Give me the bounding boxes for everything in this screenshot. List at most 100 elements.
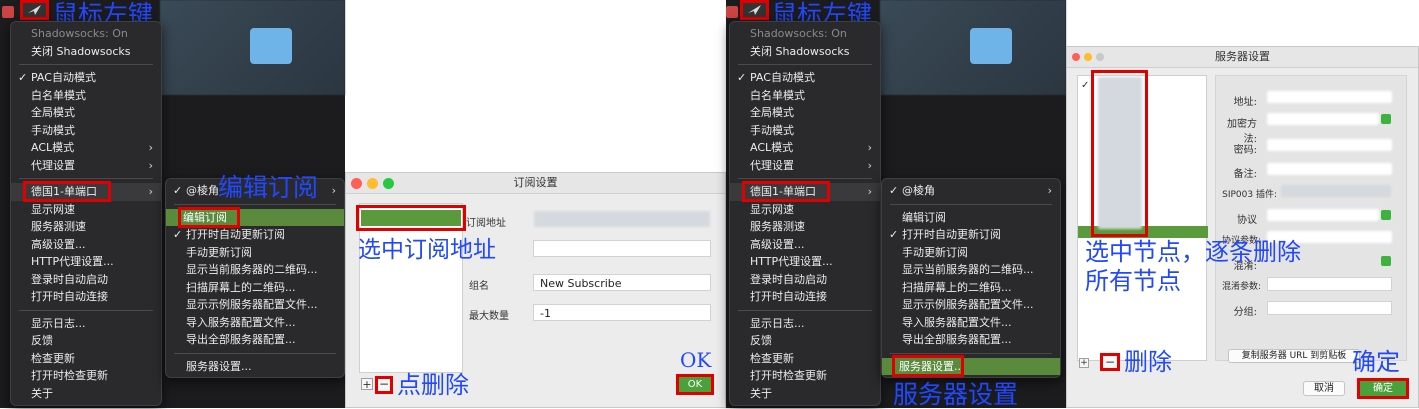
menu-global[interactable]: 全局模式 xyxy=(11,104,161,122)
menu-manual[interactable]: 手动模式 xyxy=(730,122,880,140)
check-icon: ✓ xyxy=(173,228,183,241)
menu-whitelist[interactable]: 白名单模式 xyxy=(730,87,880,105)
add-server-button[interactable]: + xyxy=(1079,358,1089,368)
menu-check-on-open[interactable]: 打开时检查更新 xyxy=(730,367,880,385)
menu-http[interactable]: HTTP代理设置... xyxy=(730,253,880,271)
group-item[interactable]: ✓ @棱角 › xyxy=(882,182,1060,200)
menu-auto-connect[interactable]: 打开时自动连接 xyxy=(11,288,161,306)
auto-update-sub[interactable]: ✓ 打开时自动更新订阅 xyxy=(166,226,344,244)
menu-advanced[interactable]: 高级设置... xyxy=(11,236,161,254)
server-settings-item[interactable]: 服务器设置... xyxy=(882,354,1060,377)
menu-about[interactable]: 关于 xyxy=(730,385,880,403)
menu-proxy[interactable]: 代理设置 › xyxy=(730,157,880,175)
minimize-button[interactable] xyxy=(367,178,378,189)
encryption-dropdown-icon[interactable] xyxy=(1381,114,1391,124)
menu-speed[interactable]: 显示网速 xyxy=(730,201,880,219)
import-config[interactable]: 导入服务器配置文件... xyxy=(166,314,344,332)
obfs-dropdown-icon[interactable] xyxy=(1381,256,1391,266)
cancel-button[interactable]: 取消 xyxy=(1303,381,1345,396)
separator xyxy=(19,309,153,311)
menu-feedback[interactable]: 反馈 xyxy=(730,332,880,350)
password-field[interactable] xyxy=(1267,139,1392,151)
menu-auto-connect[interactable]: 打开时自动连接 xyxy=(730,288,880,306)
menu-advanced[interactable]: 高级设置... xyxy=(730,236,880,254)
export-config[interactable]: 导出全部服务器配置... xyxy=(166,331,344,349)
scan-qr[interactable]: 扫描屏幕上的二维码... xyxy=(882,279,1060,297)
menu-about[interactable]: 关于 xyxy=(11,385,161,403)
chevron-right-icon: › xyxy=(867,185,872,198)
menu-acl[interactable]: ACL模式 › xyxy=(11,139,161,157)
encryption-field[interactable] xyxy=(1267,113,1379,125)
menu-speed[interactable]: 显示网速 xyxy=(11,201,161,219)
menu-check-on-open[interactable]: 打开时检查更新 xyxy=(11,367,161,385)
close-button[interactable] xyxy=(351,178,362,189)
shadowsocks-tray-icon[interactable] xyxy=(20,0,49,20)
manual-update-sub[interactable]: 手动更新订阅 xyxy=(166,244,344,262)
menu-server[interactable]: 德国1-单端口 › xyxy=(730,181,880,202)
add-button[interactable]: + xyxy=(361,378,373,390)
remark-field[interactable] xyxy=(1267,163,1392,175)
menu-server[interactable]: 德国1-单端口 › xyxy=(11,181,161,202)
export-config[interactable]: 导出全部服务器配置... xyxy=(882,331,1060,349)
subscription-selected[interactable] xyxy=(356,205,466,231)
menu-log[interactable]: 显示日志... xyxy=(730,315,880,333)
status-text: Shadowsocks: On xyxy=(750,27,847,40)
menu-feedback[interactable]: 反馈 xyxy=(11,332,161,350)
address-field[interactable] xyxy=(1267,91,1392,103)
menu-label: ACL模式 xyxy=(750,141,794,154)
obfs-param-field[interactable] xyxy=(1267,277,1392,291)
zoom-button[interactable] xyxy=(1096,53,1104,61)
menu-whitelist[interactable]: 白名单模式 xyxy=(11,87,161,105)
menu-pac[interactable]: ✓ PAC自动模式 xyxy=(11,69,161,87)
menu-proxy[interactable]: 代理设置 › xyxy=(11,157,161,175)
token-field[interactable] xyxy=(533,240,711,257)
confirm-button[interactable]: 确定 xyxy=(1357,378,1409,399)
menu-speedtest[interactable]: 服务器测速 xyxy=(730,218,880,236)
edit-subscription[interactable]: 编辑订阅 xyxy=(882,209,1060,227)
remove-button[interactable]: − xyxy=(375,376,393,394)
toggle-shadowsocks[interactable]: 关闭 Shadowsocks xyxy=(11,43,161,61)
ok-button[interactable]: OK xyxy=(676,374,714,395)
edit-subscription[interactable]: 编辑订阅 xyxy=(166,206,344,228)
shadowsocks-tray-icon[interactable] xyxy=(740,0,769,20)
annotation-confirm: 确定 xyxy=(1352,348,1400,376)
show-sample-config[interactable]: 显示示例服务器配置文件... xyxy=(166,296,344,314)
show-sample-config[interactable]: 显示示例服务器配置文件... xyxy=(882,296,1060,314)
zoom-button[interactable] xyxy=(383,178,394,189)
label-url: 订阅地址 xyxy=(466,218,506,229)
separator xyxy=(738,178,872,179)
menu-check-update[interactable]: 检查更新 xyxy=(730,350,880,368)
menu-check-update[interactable]: 检查更新 xyxy=(11,350,161,368)
manual-update-sub[interactable]: 手动更新订阅 xyxy=(882,244,1060,262)
menu-acl[interactable]: ACL模式 › xyxy=(730,139,880,157)
menu-login-start[interactable]: 登录时自动启动 xyxy=(11,271,161,289)
menu-http[interactable]: HTTP代理设置... xyxy=(11,253,161,271)
copy-url-button[interactable]: 复制服务器 URL 到剪贴板 xyxy=(1228,349,1360,363)
auto-update-sub[interactable]: ✓ 打开时自动更新订阅 xyxy=(882,226,1060,244)
shadowsocks-menu: Shadowsocks: On 关闭 Shadowsocks ✓ PAC自动模式 … xyxy=(10,21,162,406)
menu-global[interactable]: 全局模式 xyxy=(730,104,880,122)
show-qr[interactable]: 显示当前服务器的二维码... xyxy=(882,261,1060,279)
max-field[interactable]: -1 xyxy=(533,304,711,321)
protocol-dropdown-icon[interactable] xyxy=(1381,210,1391,220)
server-names-box[interactable] xyxy=(1091,70,1148,237)
protocol-field[interactable] xyxy=(1267,209,1379,221)
scan-qr[interactable]: 扫描屏幕上的二维码... xyxy=(166,279,344,297)
menu-speedtest[interactable]: 服务器测速 xyxy=(11,218,161,236)
menu-login-start[interactable]: 登录时自动启动 xyxy=(730,271,880,289)
group-field[interactable] xyxy=(1267,301,1392,315)
url-field[interactable] xyxy=(534,211,710,227)
toggle-shadowsocks[interactable]: 关闭 Shadowsocks xyxy=(730,43,880,61)
minimize-button[interactable] xyxy=(1084,53,1092,61)
plugin-field[interactable] xyxy=(1281,185,1391,197)
show-qr[interactable]: 显示当前服务器的二维码... xyxy=(166,261,344,279)
remove-server-button[interactable]: − xyxy=(1100,353,1120,371)
group-field[interactable]: New Subscribe xyxy=(533,274,711,291)
app-icon xyxy=(2,6,14,18)
menu-log[interactable]: 显示日志... xyxy=(11,315,161,333)
menu-pac[interactable]: ✓ PAC自动模式 xyxy=(730,69,880,87)
menu-manual[interactable]: 手动模式 xyxy=(11,122,161,140)
server-settings-item[interactable]: 服务器设置... xyxy=(166,358,344,376)
close-button[interactable] xyxy=(1072,53,1080,61)
import-config[interactable]: 导入服务器配置文件... xyxy=(882,314,1060,332)
